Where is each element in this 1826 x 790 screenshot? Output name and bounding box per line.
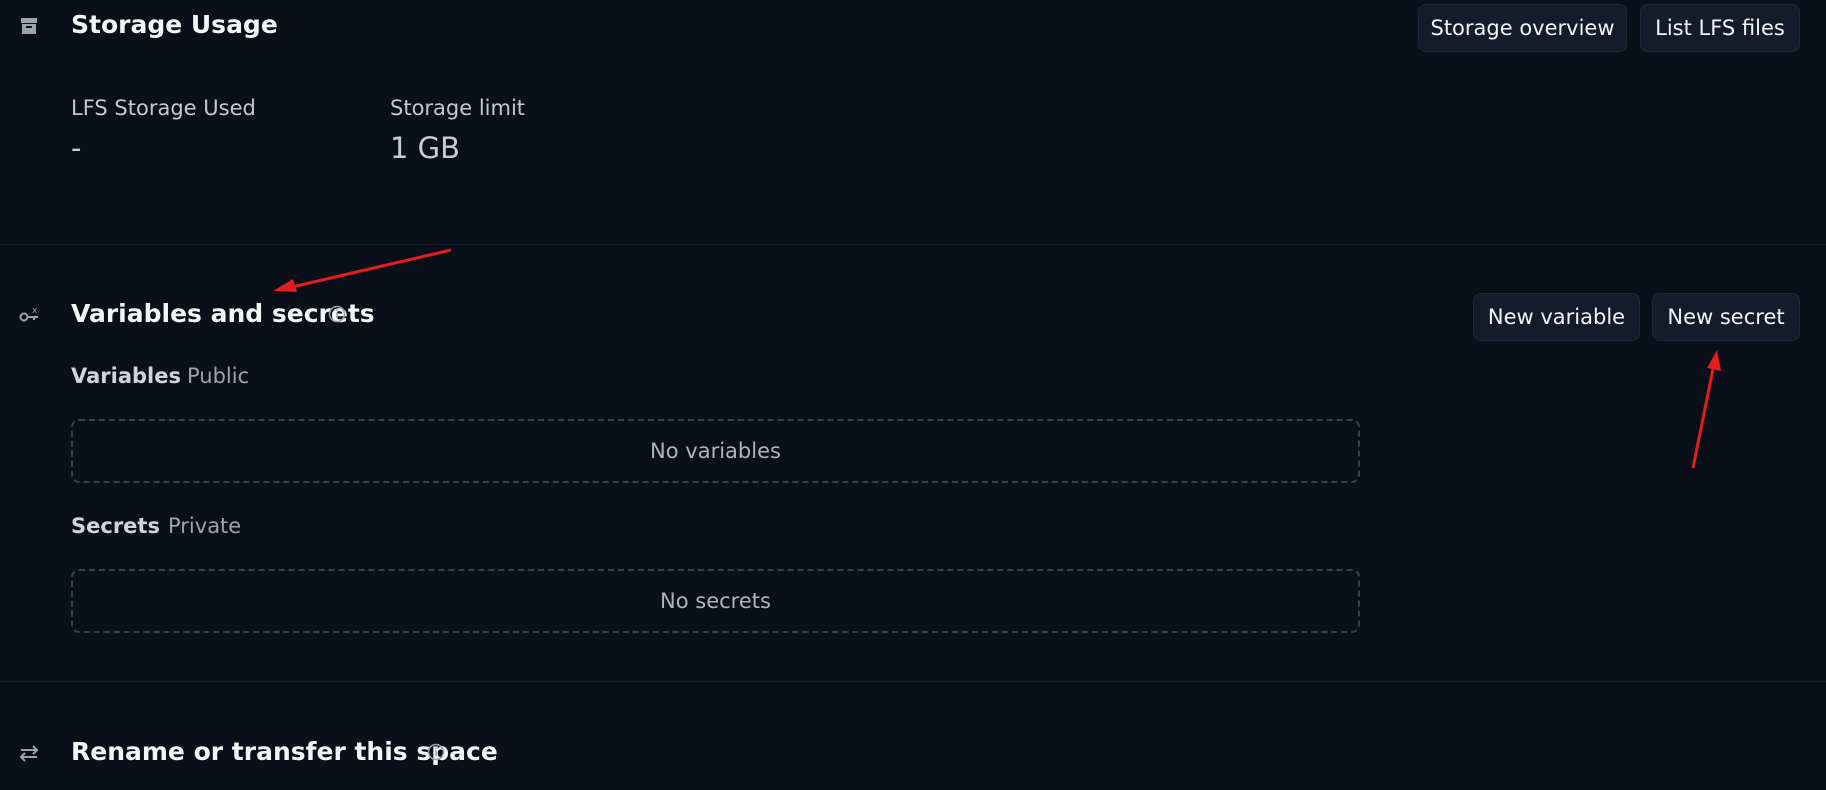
section-divider: [0, 244, 1826, 245]
new-secret-button[interactable]: New secret: [1652, 293, 1800, 341]
annotation-arrow: [273, 248, 452, 292]
new-variable-button[interactable]: New variable: [1473, 293, 1640, 341]
storage-limit-label: Storage limit: [390, 96, 526, 120]
secrets-label: Secrets: [71, 514, 160, 538]
space-settings-page: Storage Usage Storage overview List LFS …: [0, 0, 1826, 790]
lfs-storage-used-label: LFS Storage Used: [71, 96, 256, 120]
svg-text:x: x: [32, 306, 38, 316]
info-icon[interactable]: [427, 743, 445, 761]
key-variable-icon: x: [18, 304, 40, 326]
storage-usage-title: Storage Usage: [71, 10, 278, 39]
transfer-arrows-icon: [18, 742, 40, 764]
section-divider: [0, 681, 1826, 682]
info-icon[interactable]: [328, 305, 346, 323]
archive-icon: [18, 15, 40, 37]
storage-limit-value: 1 GB: [390, 131, 461, 165]
secrets-private-tag: Private: [168, 514, 242, 538]
no-secrets-box: No secrets: [71, 569, 1360, 633]
no-variables-box: No variables: [71, 419, 1360, 483]
annotation-overlay: [273, 248, 1721, 469]
storage-overview-button[interactable]: Storage overview: [1418, 4, 1627, 52]
annotation-arrow: [1691, 350, 1721, 469]
list-lfs-files-button[interactable]: List LFS files: [1640, 4, 1800, 52]
variables-public-tag: Public: [187, 364, 250, 388]
lfs-storage-used-value: -: [71, 131, 82, 165]
variables-label: Variables: [71, 364, 181, 388]
